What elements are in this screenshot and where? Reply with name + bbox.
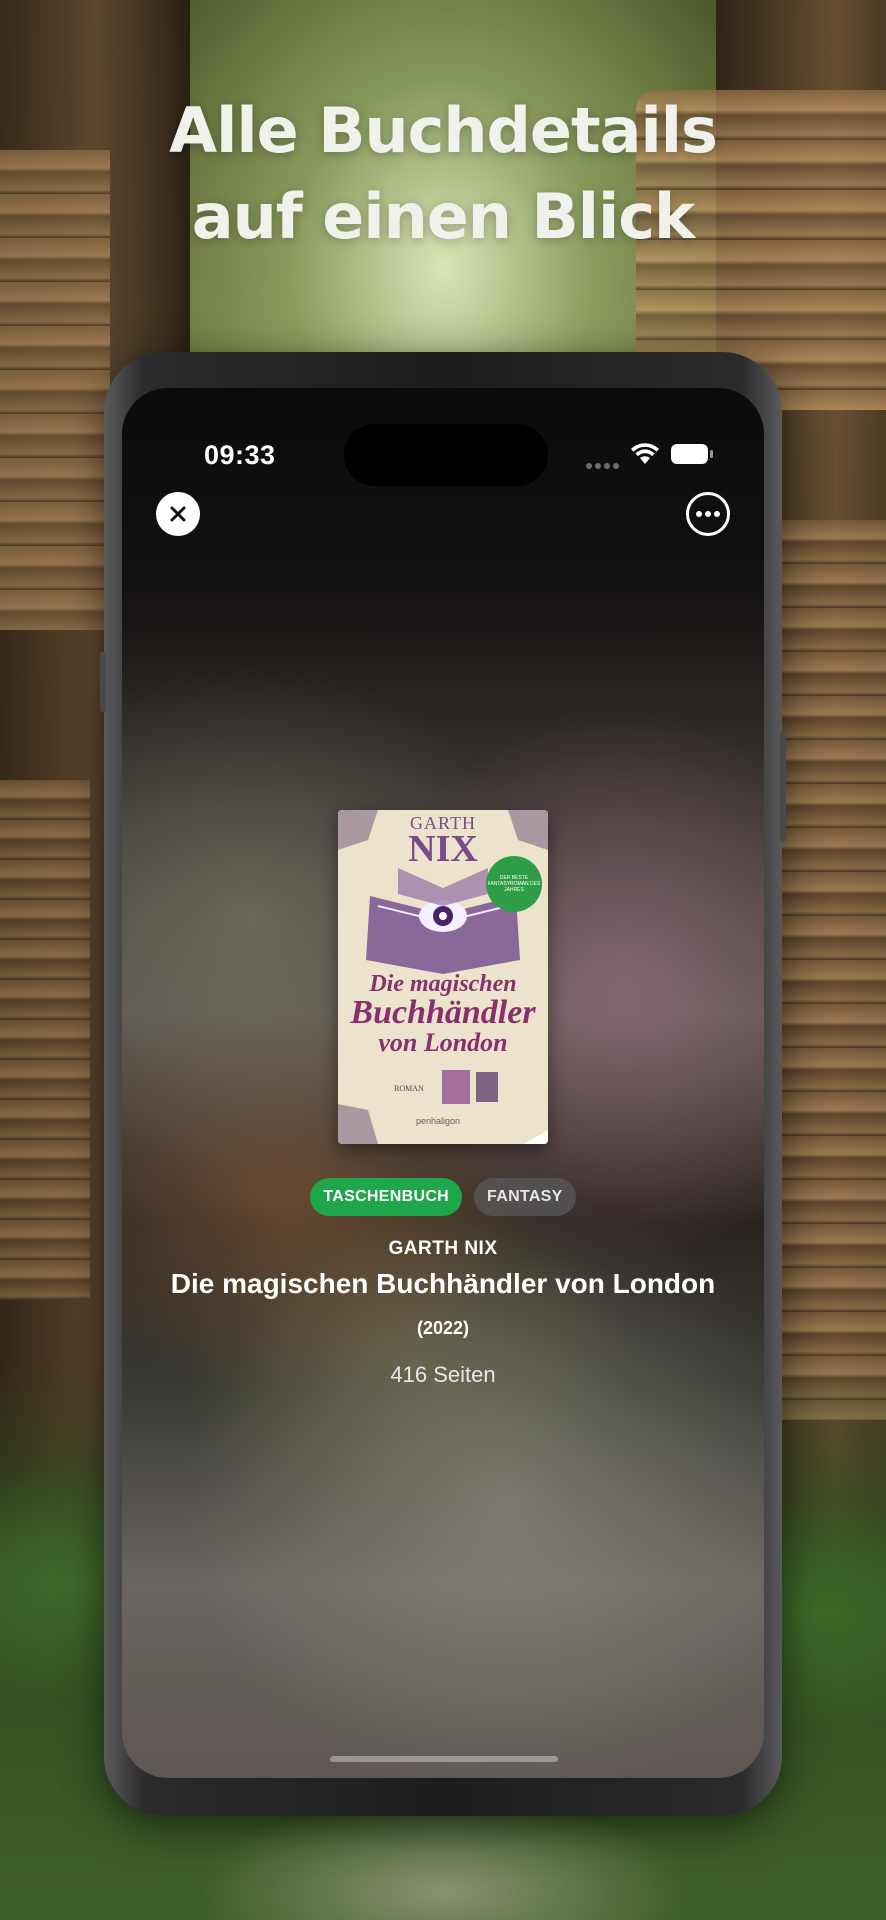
close-button[interactable] — [156, 492, 200, 536]
status-time: 09:33 — [204, 440, 276, 470]
app-screen: 09:33 GARTH NIX DER BESTE FANTASYROMAN D… — [122, 388, 764, 1778]
signal-icon — [586, 456, 622, 474]
cover-label: ROMAN — [394, 1084, 424, 1093]
close-icon — [170, 506, 186, 522]
more-icon — [696, 511, 720, 517]
book-author: GARTH NIX — [388, 1238, 498, 1259]
promo-headline: Alle Buchdetails auf einen Blick — [0, 88, 886, 260]
headline-line-1: Alle Buchdetails — [169, 94, 718, 167]
headline-line-2: auf einen Blick — [191, 180, 696, 253]
book-stack-right-lower — [776, 520, 886, 1420]
dynamic-island — [344, 424, 548, 486]
more-options-button[interactable] — [686, 492, 730, 536]
genre-tag[interactable]: FANTASY — [474, 1178, 576, 1216]
book-title: Die magischen Buchhändler von London — [170, 1268, 716, 1299]
page-count: 416 Seiten — [390, 1362, 496, 1387]
book-year: (2022) — [416, 1318, 470, 1338]
cover-badge: DER BESTE FANTASYROMAN DES JAHRES — [486, 856, 542, 912]
phone-power-button — [780, 732, 786, 842]
cover-title: Die magischen Buchhändler von London — [350, 971, 536, 1057]
cover-publisher: penhaligon — [416, 1116, 461, 1126]
book-tags: TASCHENBUCH FANTASY — [122, 1178, 764, 1216]
promo-screen: Alle Buchdetails auf einen Blick 09:33 G… — [0, 0, 886, 1920]
home-indicator[interactable] — [330, 1756, 558, 1762]
book-stack-left-lower — [0, 780, 90, 1300]
format-tag[interactable]: TASCHENBUCH — [310, 1178, 463, 1216]
phone-frame: 09:33 GARTH NIX DER BESTE FANTASYROMAN D… — [100, 352, 786, 1816]
wifi-icon — [631, 443, 659, 464]
book-cover: GARTH NIX DER BESTE FANTASYROMAN DES JAH… — [338, 810, 548, 1144]
phone-side-button — [100, 652, 106, 712]
battery-icon — [671, 444, 713, 464]
